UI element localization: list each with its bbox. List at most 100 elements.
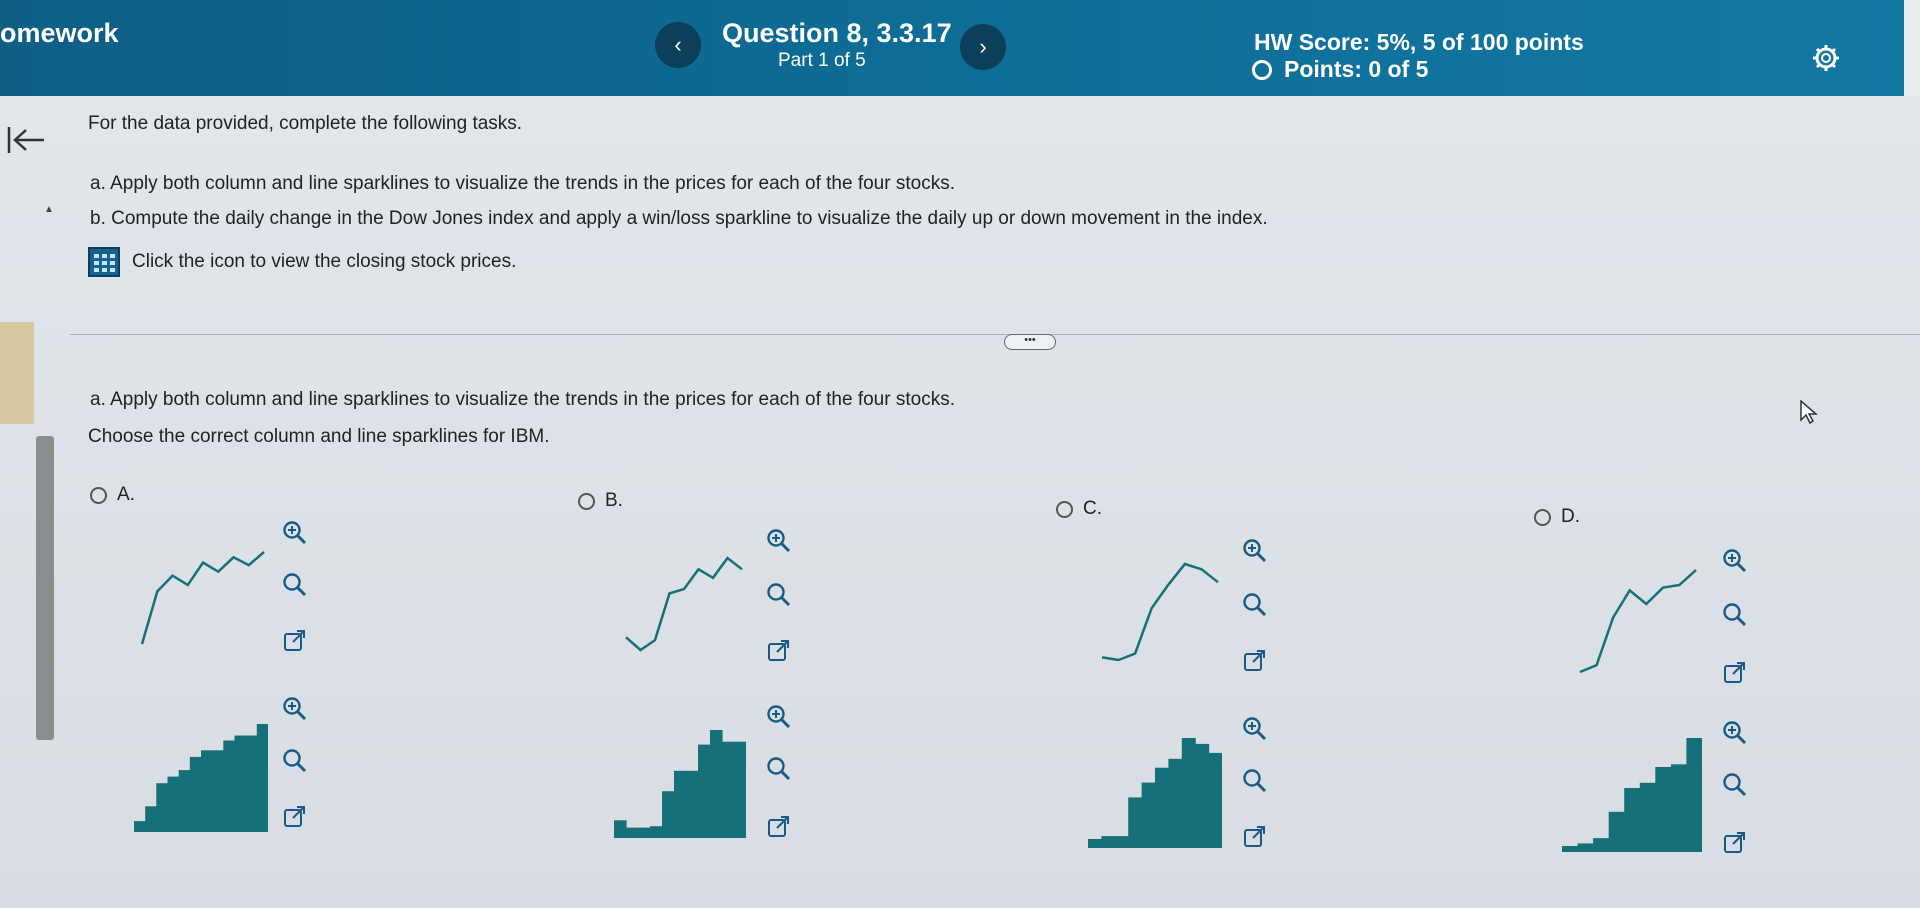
sparkline-column — [1670, 764, 1688, 852]
question-intro: For the data provided, complete the foll… — [88, 113, 523, 134]
sparkline-path — [140, 551, 265, 645]
sparkline-column — [1168, 758, 1183, 848]
popout-icon[interactable] — [1722, 660, 1748, 686]
zoom-in-icon[interactable] — [282, 520, 308, 546]
sparkline-column — [223, 740, 236, 832]
line-sparkline-b — [625, 556, 743, 652]
zoom-in-icon[interactable] — [282, 696, 308, 722]
sparkline-column — [1655, 767, 1672, 852]
more-button[interactable]: ••• — [1004, 334, 1056, 350]
header-edge — [1904, 0, 1920, 96]
popout-icon[interactable] — [766, 638, 792, 664]
settings-gear-icon — [1813, 45, 1839, 71]
choice-label: C. — [1083, 498, 1102, 519]
data-link-text[interactable]: Click the icon to view the closing stock… — [132, 251, 516, 273]
sparkline-column — [734, 741, 746, 838]
choice-label: D. — [1561, 506, 1580, 527]
zoom-in-icon[interactable] — [766, 704, 792, 730]
radio-button[interactable] — [1534, 508, 1551, 526]
previous-question-button[interactable]: ‹ — [655, 22, 701, 68]
points-display: Points: 0 of 5 — [1252, 56, 1428, 83]
sparkline-column — [1128, 797, 1143, 848]
section-divider — [70, 334, 1920, 335]
zoom-out-icon[interactable] — [766, 756, 792, 782]
side-tab[interactable] — [0, 322, 34, 424]
sparkline-column — [1141, 782, 1156, 848]
sparkline-column — [1593, 838, 1610, 852]
points-label: Points: 0 of 5 — [1284, 56, 1429, 82]
sparkline-path — [1579, 569, 1697, 674]
column-sparkline-d — [1562, 738, 1702, 852]
sparkline-path — [625, 556, 743, 652]
sparkline-column — [698, 744, 711, 838]
zoom-in-icon[interactable] — [1242, 538, 1268, 564]
line-sparkline-c — [1101, 562, 1219, 662]
scrollbar-thumb[interactable] — [36, 436, 54, 740]
radio-button[interactable] — [1056, 500, 1073, 518]
chevron-left-icon: ‹ — [674, 32, 682, 57]
popout-icon[interactable] — [1242, 824, 1268, 850]
zoom-in-icon[interactable] — [1722, 548, 1748, 574]
column-sparkline-b — [614, 730, 746, 838]
column-sparkline-c — [1088, 738, 1222, 848]
radio-button[interactable] — [578, 492, 595, 510]
sparkline-path — [1101, 562, 1219, 662]
line-sparkline-a — [140, 551, 265, 645]
sparkline-column — [256, 724, 268, 832]
part-a-heading: a. Apply both column and line sparklines… — [90, 389, 955, 410]
app-title: omework — [0, 18, 119, 48]
settings-button[interactable] — [1812, 44, 1840, 77]
sparkline-column — [626, 827, 639, 838]
sparkline-column — [722, 741, 735, 838]
radio-button[interactable] — [90, 486, 107, 504]
next-question-button[interactable]: › — [960, 24, 1006, 70]
choice-label: A. — [117, 484, 135, 505]
zoom-out-icon[interactable] — [1242, 592, 1268, 618]
collapse-marker-icon[interactable]: ▲ — [44, 204, 54, 215]
zoom-in-icon[interactable] — [1242, 716, 1268, 742]
sparkline-column — [674, 770, 687, 838]
zoom-out-icon[interactable] — [1722, 602, 1748, 628]
sparkline-column — [1208, 752, 1222, 848]
sparkline-column — [1088, 839, 1102, 848]
sparkline-column — [1114, 836, 1129, 848]
question-part: Part 1 of 5 — [778, 50, 866, 71]
choice-b[interactable]: B. — [578, 490, 623, 512]
column-sparkline-a — [134, 724, 268, 832]
choice-c[interactable]: C. — [1056, 498, 1102, 520]
zoom-in-icon[interactable] — [1722, 720, 1748, 746]
zoom-out-icon[interactable] — [1722, 772, 1748, 798]
back-arrow-icon[interactable] — [6, 120, 46, 165]
popout-icon[interactable] — [282, 628, 308, 654]
choice-d[interactable]: D. — [1534, 506, 1580, 528]
sparkline-column — [201, 750, 213, 832]
header-bar: omework ‹ Question 8, 3.3.17 Part 1 of 5… — [0, 0, 1920, 96]
sparkline-column — [134, 821, 146, 832]
popout-icon[interactable] — [766, 814, 792, 840]
popout-icon[interactable] — [282, 804, 308, 830]
zoom-out-icon[interactable] — [282, 572, 308, 598]
hw-score: HW Score: 5%, 5 of 100 points — [1254, 29, 1584, 55]
popout-icon[interactable] — [1722, 830, 1748, 856]
points-circle-icon — [1252, 59, 1272, 80]
sparkline-column — [1155, 767, 1169, 848]
choice-label: B. — [605, 490, 623, 511]
choice-a[interactable]: A. — [90, 484, 135, 506]
zoom-in-icon[interactable] — [766, 528, 792, 554]
sparkline-column — [1624, 788, 1641, 852]
sparkline-column — [212, 750, 224, 832]
sparkline-column — [686, 770, 699, 838]
sparkline-column — [234, 735, 247, 832]
sparkline-column — [662, 791, 675, 838]
table-grid-icon[interactable] — [88, 247, 120, 277]
popout-icon[interactable] — [1242, 648, 1268, 674]
sparkline-column — [1686, 738, 1702, 852]
zoom-out-icon[interactable] — [766, 582, 792, 608]
zoom-out-icon[interactable] — [1242, 768, 1268, 794]
sparkline-column — [638, 827, 651, 838]
task-b-text: b. Compute the daily change in the Dow J… — [90, 208, 1268, 229]
sparkline-column — [245, 735, 258, 832]
sparkline-column — [650, 826, 663, 838]
sparkline-column — [189, 756, 202, 832]
zoom-out-icon[interactable] — [282, 748, 308, 774]
